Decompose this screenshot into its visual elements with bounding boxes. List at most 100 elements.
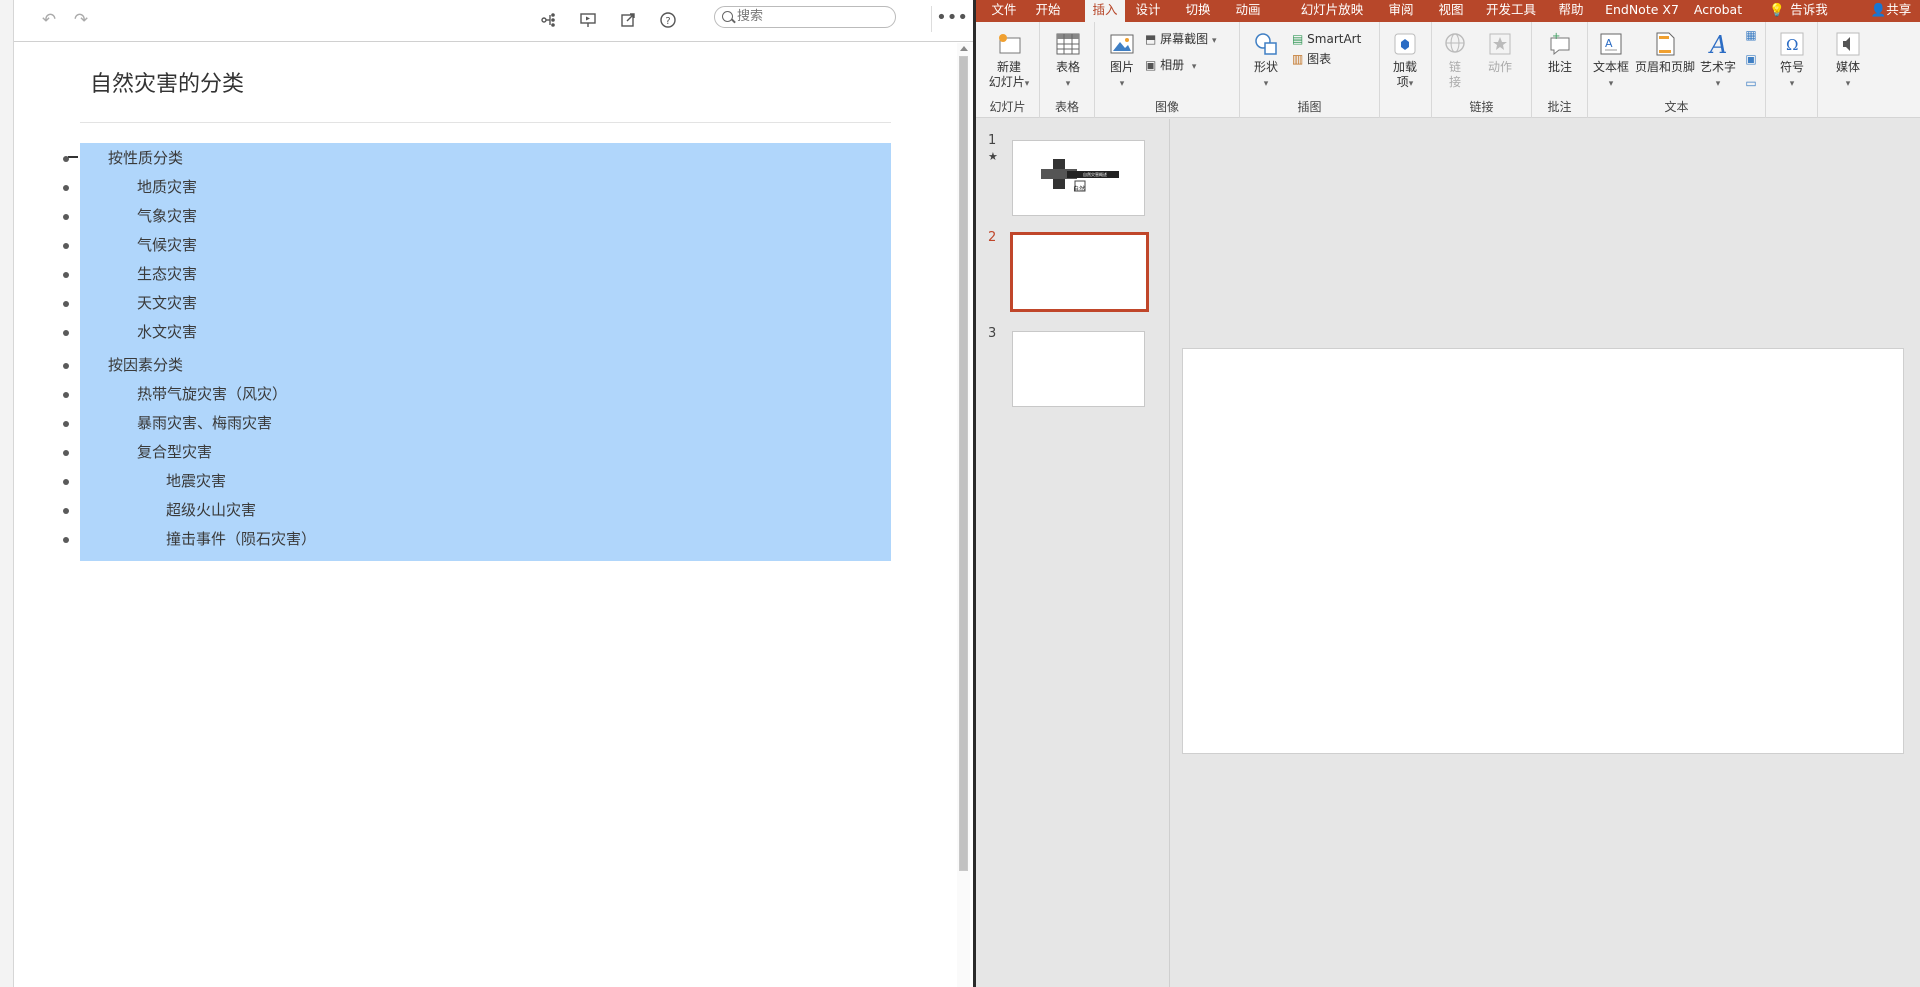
tell-me-search[interactable]: 告诉我: [1788, 0, 1830, 22]
tab-acrobat[interactable]: Acrobat: [1692, 0, 1744, 22]
toolbar-divider: [931, 6, 932, 32]
speaker-icon: [1836, 32, 1860, 56]
vertical-scrollbar[interactable]: [957, 43, 970, 987]
header-footer-button[interactable]: 页眉和页脚: [1634, 30, 1696, 75]
node-label: 气候灾害: [137, 236, 198, 254]
tab-endnote[interactable]: EndNote X7: [1604, 0, 1680, 22]
bullet-icon: [63, 363, 69, 369]
collapse-handle[interactable]: [68, 156, 78, 158]
date-time-icon[interactable]: ▦: [1742, 28, 1760, 43]
undo-icon[interactable]: ↶: [36, 7, 62, 33]
lightbulb-icon[interactable]: 💡: [1769, 0, 1785, 22]
symbol-button[interactable]: Ω 符号 ▾: [1772, 30, 1812, 92]
textbox-label: 文本框: [1592, 60, 1629, 74]
node-label: 暴雨灾害、梅雨灾害: [137, 414, 273, 432]
addins-button[interactable]: 加载 项▾: [1386, 30, 1424, 92]
node-label: 按因素分类: [108, 356, 184, 374]
tab-animations[interactable]: 动画: [1228, 0, 1268, 22]
tab-insert[interactable]: 插入: [1085, 0, 1125, 22]
screenshot-button[interactable]: ⬒ 屏幕截图 ▾: [1145, 32, 1217, 49]
ribbon-tabs: 文件 开始 插入 设计 切换 动画 幻灯片放映 审阅 视图 开发工具 帮助 En…: [976, 0, 1920, 22]
tab-slideshow[interactable]: 幻灯片放映: [1294, 0, 1370, 22]
scroll-up-icon[interactable]: [960, 46, 968, 51]
outline-node-level3[interactable]: 地震灾害: [63, 467, 891, 496]
tab-review[interactable]: 审阅: [1381, 0, 1421, 22]
outline-node-level2[interactable]: 复合型灾害: [63, 438, 891, 467]
slide-scrollbar[interactable]: [1909, 119, 1920, 987]
outline-node-level2[interactable]: 气候灾害: [63, 231, 891, 260]
chevron-down-icon: ▾: [1263, 79, 1269, 89]
node-label: 热带气旋灾害（风灾）: [137, 385, 288, 403]
addins-label2: 项: [1396, 75, 1409, 89]
link-button[interactable]: 链接: [1438, 30, 1472, 90]
bullet-icon: [63, 214, 69, 220]
omega-icon: Ω: [1780, 32, 1804, 56]
smartart-icon: ▤: [1292, 32, 1304, 46]
outline-node-level2[interactable]: 热带气旋灾害（风灾）: [63, 380, 891, 409]
outline-selection[interactable]: 按性质分类 地质灾害 气象灾害 气候灾害 生态灾害 天文灾害 水文灾害 按因素分…: [63, 143, 891, 561]
mindmap-icon[interactable]: [536, 7, 562, 33]
bullet-icon: [63, 537, 69, 543]
group-links: 链接 动作 链接: [1432, 22, 1532, 118]
album-button[interactable]: ▣ 相册 ▾: [1145, 58, 1196, 75]
present-icon[interactable]: [575, 7, 601, 33]
tab-design[interactable]: 设计: [1128, 0, 1168, 22]
help-icon[interactable]: ?: [655, 7, 681, 33]
outline-node-level2[interactable]: 天文灾害: [63, 289, 891, 318]
group-label: 文本: [1664, 100, 1689, 114]
picture-icon: [1110, 34, 1134, 54]
smartart-label: SmartArt: [1307, 32, 1362, 46]
chevron-down-icon: ▾: [1119, 79, 1125, 89]
outline-node-level2[interactable]: 水文灾害: [63, 318, 891, 347]
slide-thumbnail-2[interactable]: [1010, 232, 1149, 312]
tab-transitions[interactable]: 切换: [1178, 0, 1218, 22]
outline-node-level2[interactable]: 生态灾害: [63, 260, 891, 289]
picture-button[interactable]: 图片 ▾: [1103, 30, 1141, 92]
more-icon[interactable]: •••: [936, 4, 968, 30]
outline-node-level1[interactable]: 按性质分类: [63, 144, 891, 173]
share-button[interactable]: 👤共享: [1864, 0, 1918, 22]
chart-button[interactable]: ▥ 图表: [1292, 52, 1331, 67]
redo-icon[interactable]: ↷: [68, 7, 94, 33]
wordart-button[interactable]: A 艺术字 ▾: [1698, 30, 1738, 92]
slide-thumbnail-1[interactable]: 自然灾害概述 自然: [1012, 140, 1145, 216]
header-footer-label: 页眉和页脚: [1634, 60, 1695, 74]
album-icon: ▣: [1145, 58, 1157, 72]
chart-icon: ▥: [1292, 52, 1304, 66]
share-label: 共享: [1886, 2, 1912, 17]
tab-home[interactable]: 开始: [1028, 0, 1068, 22]
animation-star-icon: ★: [988, 150, 998, 163]
outline-node-level3[interactable]: 撞击事件（陨石灾害）: [63, 525, 891, 554]
media-button[interactable]: 媒体 ▾: [1828, 30, 1868, 92]
shapes-button[interactable]: 形状 ▾: [1248, 30, 1284, 92]
outline-node-level2[interactable]: 地质灾害: [63, 173, 891, 202]
slide-number-icon[interactable]: ▣: [1742, 52, 1760, 67]
search-input[interactable]: 搜索: [714, 6, 896, 28]
chevron-down-icon: ▾: [1065, 79, 1071, 89]
addins-icon: [1394, 33, 1416, 55]
tab-view[interactable]: 视图: [1431, 0, 1471, 22]
outline-node-level2[interactable]: 暴雨灾害、梅雨灾害: [63, 409, 891, 438]
svg-text:A: A: [1708, 31, 1727, 58]
bullet-icon: [63, 185, 69, 191]
tab-developer[interactable]: 开发工具: [1481, 0, 1541, 22]
textbox-button[interactable]: A 文本框 ▾: [1592, 30, 1630, 92]
action-button[interactable]: 动作: [1480, 30, 1520, 75]
tab-help[interactable]: 帮助: [1551, 0, 1591, 22]
new-slide-button[interactable]: 新建 幻灯片▾: [984, 30, 1034, 92]
export-icon[interactable]: [615, 7, 641, 33]
table-button[interactable]: 表格 ▾: [1048, 30, 1088, 92]
smartart-button[interactable]: ▤ SmartArt: [1292, 32, 1361, 47]
scrollbar-thumb[interactable]: [959, 56, 968, 871]
comment-button[interactable]: + 批注: [1540, 30, 1580, 75]
object-icon[interactable]: ▭: [1742, 76, 1760, 91]
outline-node-level3[interactable]: 超级火山灾害: [63, 496, 891, 525]
page-title[interactable]: 自然灾害的分类: [90, 66, 244, 98]
header-footer-icon: [1656, 32, 1675, 56]
outline-node-level2[interactable]: 气象灾害: [63, 202, 891, 231]
media-label: 媒体: [1835, 60, 1860, 74]
slide-canvas[interactable]: [1182, 348, 1904, 754]
tab-file[interactable]: 文件: [984, 0, 1024, 22]
slide-thumbnail-3[interactable]: [1012, 331, 1145, 407]
outline-node-level1[interactable]: 按因素分类: [63, 351, 891, 380]
